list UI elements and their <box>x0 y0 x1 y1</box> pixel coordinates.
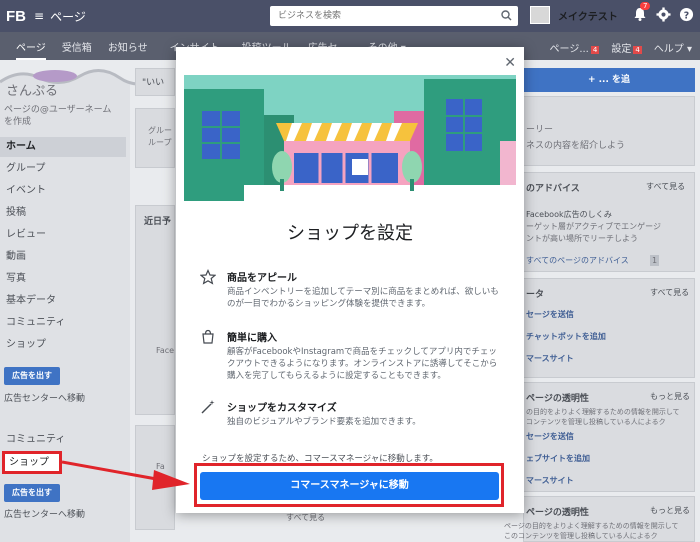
ad-center-link[interactable]: 広告センターへ移動 <box>4 391 85 404</box>
sidebar-item-posts[interactable]: 投稿 <box>0 203 126 223</box>
upcoming-fragment: 近日予 <box>144 217 172 227</box>
notification-badge: 7 <box>640 2 651 10</box>
see-all-link[interactable]: すべて見る <box>286 512 325 523</box>
close-icon[interactable]: ✕ <box>504 55 516 71</box>
advice-text-2: ーゲット層がアクティブでエンゲージ <box>526 222 661 231</box>
tab-settings[interactable]: 設定 4 <box>611 40 642 55</box>
face-fragment: Face <box>156 346 175 355</box>
feature-desc: 顧客がFacebookやInstagramで商品をチェックしてアプリ内でチェック… <box>227 347 498 381</box>
tab-settings-label: 設定 <box>611 44 632 55</box>
like-fragment: "いい <box>142 78 165 88</box>
dialog-title: ショップを設定 <box>287 223 413 244</box>
all-advice-link[interactable]: すべてのページのアドバイス <box>526 255 629 266</box>
transparency-card: ページの透明性 もっと見る の目的をよりよく理解するための情報を開示して コンテ… <box>523 382 695 492</box>
advice-title: のアドバイス <box>526 184 580 194</box>
page-data-card: ータ すべて見る セージを送信 チャットボットを追加 マースサイト <box>523 278 695 378</box>
avatar[interactable] <box>530 6 550 24</box>
sidebar-item-shop-highlighted[interactable]: ショップ <box>2 451 62 474</box>
story-card: ーリー ネスの内容を紹介しよう <box>523 96 695 166</box>
sidebar-item-photos[interactable]: 写真 <box>0 269 126 289</box>
sidebar-item-community[interactable]: コミュニティ <box>0 313 126 333</box>
transparency-title-2: ページの透明性 <box>526 508 589 518</box>
sidebar-item-shop[interactable]: ショップ <box>0 335 126 355</box>
feature-desc: 商品インベントリーを追加してテーマ別に商品をまとめれば、欲しいものが一目でわかる… <box>227 287 499 309</box>
upcoming-card: 近日予 Face <box>135 205 175 415</box>
magic-wand-icon <box>201 400 215 414</box>
send-message-link-2[interactable]: セージを送信 <box>526 431 574 442</box>
transparency-text-2: コンテンツを管理し投稿している人によるク <box>526 418 666 426</box>
username-link[interactable]: ページの@ユーザーネーム を作成 <box>4 104 124 128</box>
right-sidebar: + ... を追 ーリー ネスの内容を紹介しよう のアドバイス すべて見る Fa… <box>504 60 700 542</box>
username-line-2: を作成 <box>4 117 32 127</box>
app-logo[interactable]: FB <box>6 8 26 25</box>
search-icon[interactable] <box>501 10 512 21</box>
sidebar-item-groups[interactable]: グループ <box>0 159 126 179</box>
transparency-card-2: ページの透明性 もっと見る ページの目的をよりよく理解するための情報を開示して … <box>504 496 695 542</box>
page-badge: 4 <box>590 46 600 54</box>
account-name[interactable]: メイクテスト <box>558 8 618 23</box>
commerce-site-link-2[interactable]: マースサイト <box>526 475 574 486</box>
sidebar-item-videos[interactable]: 動画 <box>0 247 126 267</box>
data-see-all[interactable]: すべて見る <box>650 287 689 298</box>
top-icons: 7 ? <box>632 2 694 22</box>
star-icon <box>200 269 216 285</box>
groups-card: グルー ループ <box>135 108 175 168</box>
sidebar-item-reviews[interactable]: レビュー <box>0 225 126 245</box>
username-line-1: ページの@ユーザーネーム <box>4 105 112 115</box>
story-fragment-2: ネスの内容を紹介しよう <box>526 141 626 151</box>
tab-page[interactable]: ページ <box>16 39 46 60</box>
settings-badge: 4 <box>633 46 642 54</box>
search-input[interactable] <box>270 6 490 26</box>
storefront-illustration <box>184 75 516 201</box>
shopping-bag-icon <box>202 329 214 344</box>
advice-text-1: Facebook広告のしくみ <box>526 210 612 219</box>
create-button[interactable]: + ... を追 <box>523 68 695 92</box>
promote-button-2[interactable]: 広告を出す <box>4 484 60 502</box>
sidebar-item-about[interactable]: 基本データ <box>0 291 126 311</box>
commerce-site-link[interactable]: マースサイト <box>526 353 574 364</box>
tab-inbox[interactable]: 受信箱 <box>62 39 92 54</box>
tab-page-menu-label: ページ... <box>549 44 589 55</box>
feature-title: 商品をアピール <box>227 273 297 284</box>
search-box[interactable] <box>270 6 518 26</box>
menu-icon[interactable]: ≡ <box>34 9 44 23</box>
transparency-title: ページの透明性 <box>526 394 589 404</box>
transparency-more[interactable]: もっと見る <box>650 391 690 402</box>
post-composer-card: "いい <box>135 68 175 96</box>
gear-icon[interactable] <box>656 6 671 22</box>
all-advice-badge: 1 <box>650 255 660 266</box>
sidebar-item-events[interactable]: イベント <box>0 181 126 201</box>
feature-title: ショップをカスタマイズ <box>227 403 337 414</box>
tab-notifications[interactable]: お知らせ <box>108 39 148 54</box>
transparency-more-2[interactable]: もっと見る <box>650 505 690 516</box>
ad-center-link-2[interactable]: 広告センターへ移動 <box>4 507 85 520</box>
data-title: ータ <box>526 290 545 300</box>
svg-text:?: ? <box>684 10 689 21</box>
add-chatbot-link[interactable]: チャットボットを追加 <box>526 331 606 342</box>
feature-title: 簡単に購入 <box>227 333 277 344</box>
notifications-button[interactable]: 7 <box>632 2 651 22</box>
sidebar-item-community-2[interactable]: コミュニティ <box>0 430 126 450</box>
tab-help[interactable]: ヘルプ ▾ <box>654 40 692 55</box>
promote-button[interactable]: 広告を出す <box>4 367 60 385</box>
account-switcher[interactable]: メイクテスト <box>530 6 618 24</box>
help-icon[interactable]: ? <box>679 7 694 22</box>
sidebar-item-home[interactable]: ホーム <box>0 137 126 157</box>
advice-card: のアドバイス すべて見る Facebook広告のしくみ ーゲット層がアクティブで… <box>523 172 695 272</box>
advice-see-all[interactable]: すべて見る <box>646 181 685 192</box>
transparency-text-4: このコンテンツを管理し投稿している人によるク <box>504 532 658 540</box>
page-title: ページ <box>50 9 86 24</box>
tab-page-menu[interactable]: ページ... 4 <box>550 40 600 55</box>
advice-text-3: ントが高い場所でリーチしよう <box>526 234 638 243</box>
add-website-link[interactable]: ェブサイトを追加 <box>526 453 590 464</box>
groups-fragment-2: ループ <box>148 138 172 147</box>
tab-bar-right: ページ... 4 設定 4 ヘルプ ▾ <box>550 40 692 55</box>
feature-desc: 独自のビジュアルやブランド要素を追加できます。 <box>227 417 421 427</box>
story-fragment: ーリー <box>526 125 554 135</box>
send-message-link[interactable]: セージを送信 <box>526 309 574 320</box>
go-to-commerce-manager-button[interactable]: コマースマネージャに移動 <box>200 472 499 500</box>
annotation-arrow-icon <box>62 460 190 490</box>
shop-setup-dialog: ✕ ショップを設定 商品をアピール 商品インベントリーを追加してテーマ別に商品を… <box>176 47 524 513</box>
groups-fragment: グルー <box>148 126 172 135</box>
